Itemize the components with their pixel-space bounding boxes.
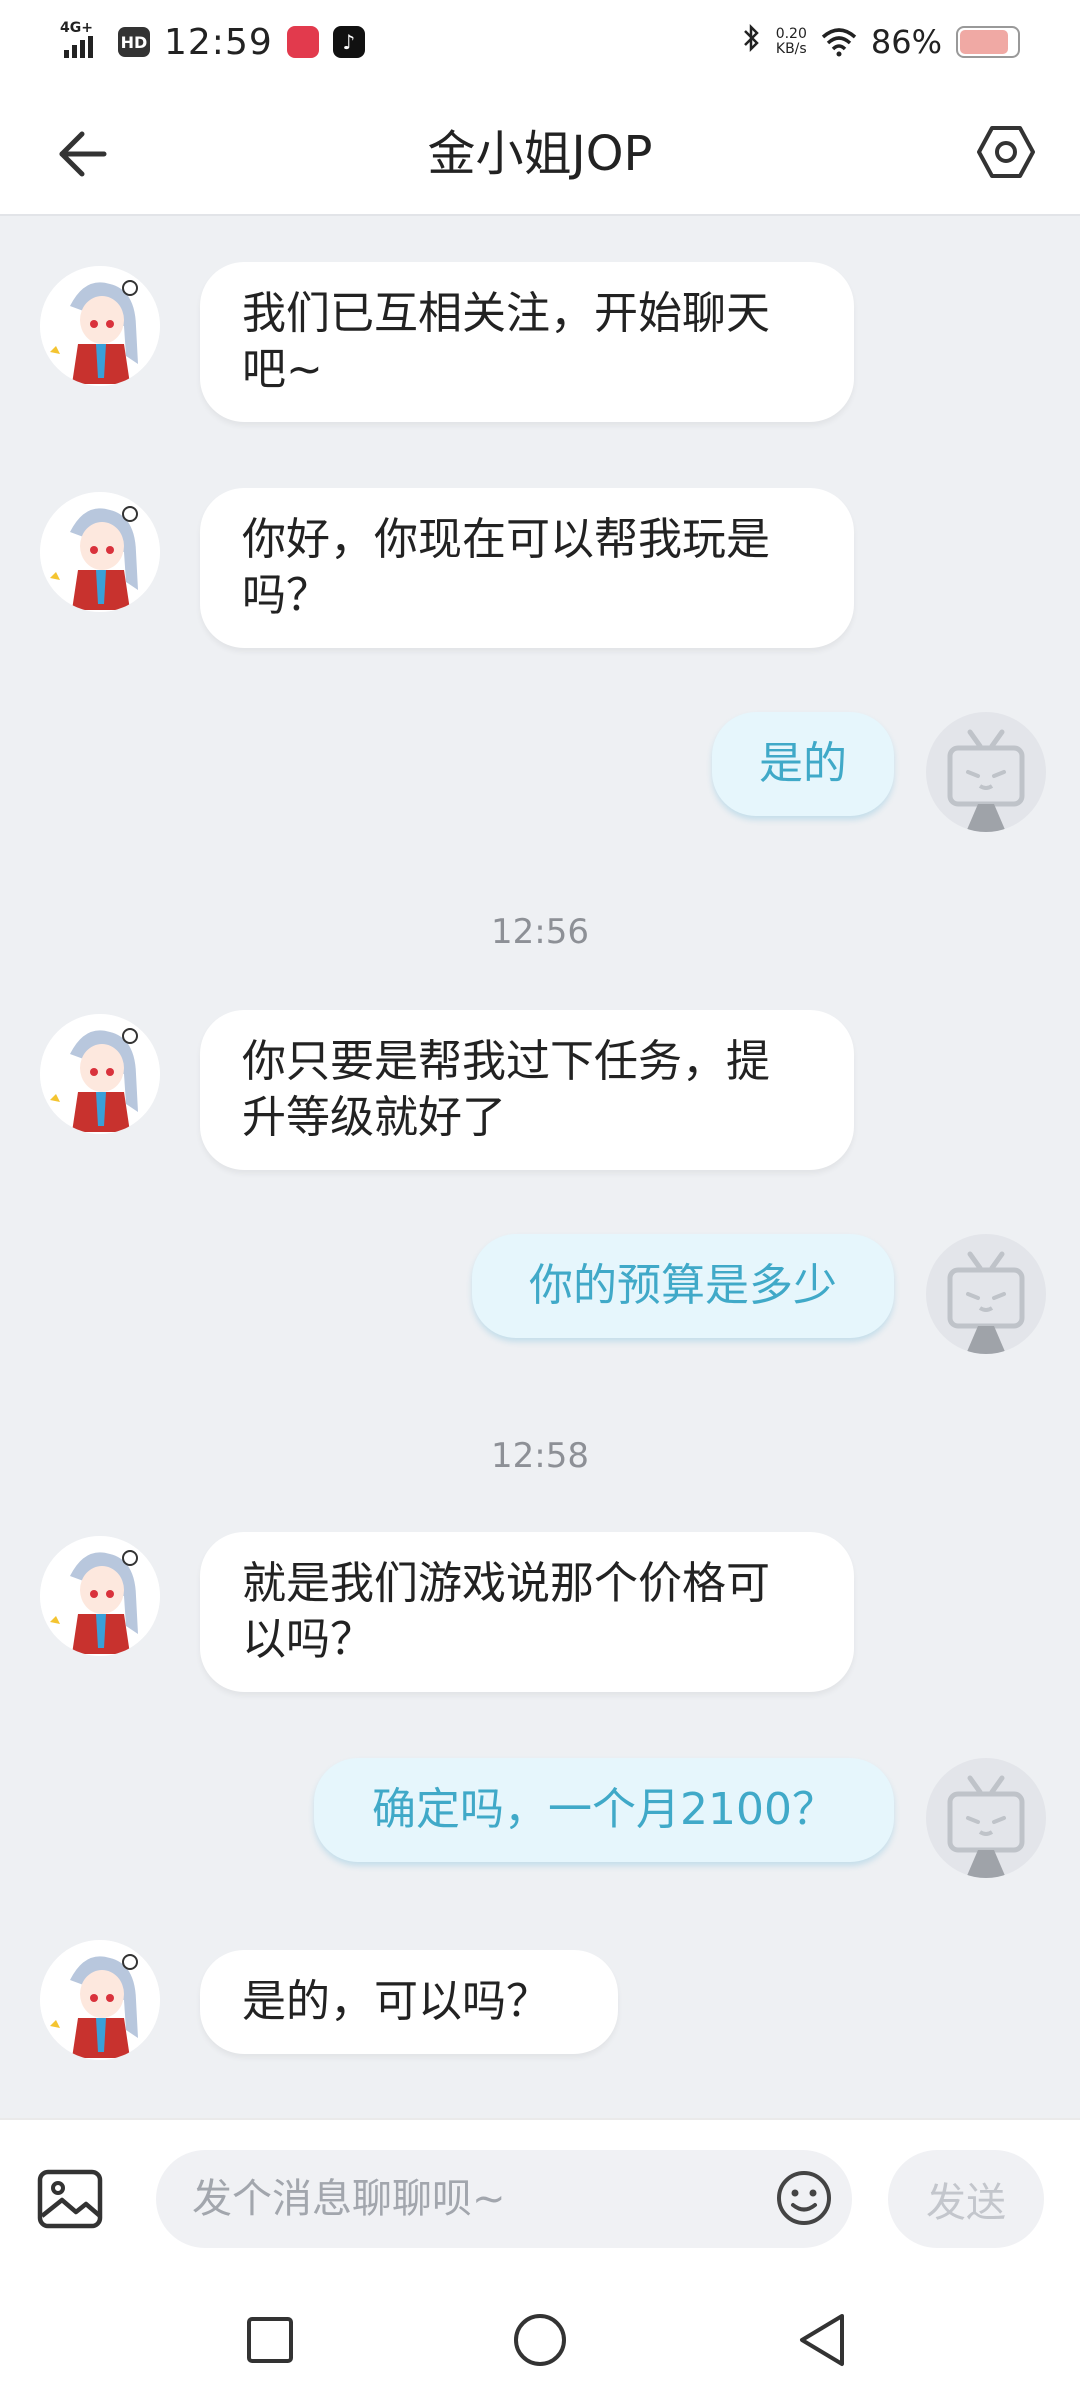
recent-apps-button[interactable] (238, 2308, 302, 2372)
message-text-line: 确定吗，一个月2100？ (372, 1784, 836, 1835)
message-bubble-incoming[interactable]: 你好，你现在可以帮我玩是 吗？ (200, 488, 854, 648)
home-button[interactable] (508, 2308, 572, 2372)
status-bar-left: 4G+ HD 12:59 (60, 20, 365, 63)
recent-apps-icon (247, 2317, 293, 2363)
tiktok-icon (332, 26, 365, 58)
settings-button[interactable] (974, 120, 1038, 184)
bluetooth-icon (742, 23, 762, 61)
back-nav-button[interactable] (790, 2308, 854, 2372)
message-bubble-outgoing[interactable]: 确定吗，一个月2100？ (314, 1758, 894, 1862)
message-input[interactable] (156, 2150, 852, 2248)
message-text-line: 吧~ (242, 344, 323, 395)
message-text-line: 你的预算是多少 (529, 1260, 837, 1311)
status-bar: 4G+ HD 12:59 0.20 KB/s 86% (0, 0, 1080, 84)
app-notification-icon (286, 26, 319, 58)
wifi-icon (821, 28, 857, 57)
chat-title: 金小姐JOP (427, 126, 653, 182)
message-bubble-incoming[interactable]: 就是我们游戏说那个价格可 以吗？ (200, 1532, 854, 1692)
battery-fill (960, 30, 1009, 54)
back-button[interactable] (52, 124, 112, 184)
image-icon (37, 2169, 103, 2229)
chat-header: 金小姐JOP (0, 84, 1080, 216)
message-bubble-incoming[interactable]: 我们已互相关注，开始聊天 吧~ (200, 262, 854, 422)
back-triangle-icon (800, 2314, 844, 2366)
message-input-bar: 发送 (0, 2118, 1080, 2280)
message-text-line: 是的 (759, 738, 847, 789)
peer-avatar[interactable] (40, 1940, 160, 2060)
settings-hexagon-icon (977, 126, 1035, 178)
speed-value: 0.20 (775, 26, 807, 42)
battery-percentage: 86% (870, 23, 942, 61)
back-arrow-icon (59, 131, 107, 177)
message-text-line: 以吗？ (242, 1614, 374, 1665)
my-avatar[interactable] (926, 1758, 1046, 1878)
emoji-icon (777, 2171, 831, 2225)
image-picker-button[interactable] (36, 2166, 106, 2232)
chat-message-list[interactable]: 我们已互相关注，开始聊天 吧~ 你好，你现在可以帮我玩是 吗？ 是的 12:56… (0, 218, 1080, 2118)
peer-avatar[interactable] (40, 1014, 160, 1134)
timestamp: 12:58 (491, 1436, 589, 1476)
message-text-line: 吗？ (242, 570, 330, 621)
signal-icon: 4G+ (60, 20, 104, 60)
message-bubble-outgoing[interactable]: 你的预算是多少 (472, 1234, 894, 1338)
home-icon (514, 2314, 566, 2366)
send-button[interactable]: 发送 (888, 2150, 1044, 2248)
message-text-line: 你好，你现在可以帮我玩是 (242, 514, 770, 565)
message-text-line: 你只要是帮我过下任务，提 (242, 1036, 770, 1087)
message-text-line: 就是我们游戏说那个价格可 (242, 1558, 770, 1609)
message-text-line: 我们已互相关注，开始聊天 (242, 288, 770, 339)
peer-avatar[interactable] (40, 1536, 160, 1656)
battery-icon (956, 26, 1020, 58)
network-type-label: 4G+ (60, 20, 93, 36)
speed-unit: KB/s (775, 41, 807, 57)
my-avatar[interactable] (926, 1234, 1046, 1354)
network-speed: 0.20 KB/s (776, 27, 807, 57)
system-nav-bar (0, 2280, 1080, 2400)
message-bubble-incoming[interactable]: 是的，可以吗？ (200, 1950, 618, 2054)
message-bubble-incoming[interactable]: 你只要是帮我过下任务，提 升等级就好了 (200, 1010, 854, 1170)
peer-avatar[interactable] (40, 492, 160, 612)
peer-avatar[interactable] (40, 266, 160, 386)
message-text-line: 升等级就好了 (242, 1092, 506, 1143)
hd-icon: HD (118, 27, 150, 57)
message-text-line: 是的，可以吗？ (242, 1976, 550, 2027)
timestamp: 12:56 (491, 912, 589, 952)
status-time: 12:59 (164, 21, 273, 63)
status-bar-right: 0.20 KB/s 86% (742, 23, 1020, 61)
my-avatar[interactable] (926, 712, 1046, 832)
emoji-button[interactable] (774, 2168, 834, 2228)
message-bubble-outgoing[interactable]: 是的 (712, 712, 894, 816)
